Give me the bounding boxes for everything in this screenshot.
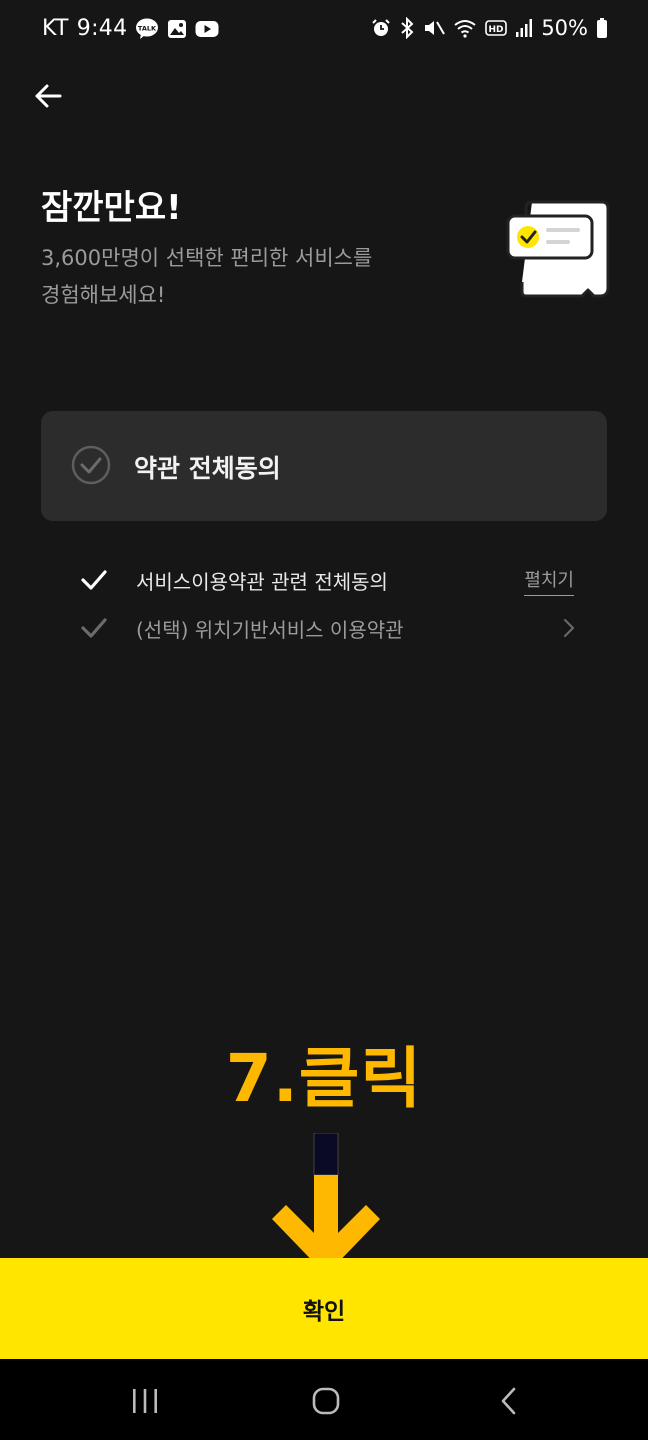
kakaotalk-icon: TALK [135,18,159,40]
expand-link[interactable]: 펼치기 [524,566,574,596]
term-label: 서비스이용약관 관련 전체동의 [136,570,388,594]
subtitle-line-2: 경험해보세요! [41,283,166,307]
gallery-icon [167,19,187,39]
clock: 9:44 [76,16,128,41]
mute-icon [423,18,446,38]
status-left: KT 9:44 TALK [42,16,219,41]
navigation-bar [0,1359,648,1440]
recent-apps-button[interactable] [115,1381,175,1421]
back-icon [498,1386,518,1416]
status-right: HD 50% [371,16,608,40]
battery-percent: 50% [541,16,588,40]
home-icon [311,1386,341,1416]
svg-text:HD: HD [489,25,504,35]
page-title: 잠깐만요! [41,188,182,228]
confirm-button[interactable]: 확인 [0,1258,648,1359]
circle-check-icon [71,445,111,485]
svg-text:TALK: TALK [138,24,157,32]
bluetooth-icon [399,17,415,39]
chevron-right-icon[interactable] [562,617,576,639]
battery-icon [596,17,608,39]
back-button[interactable] [28,76,68,116]
hd-icon: HD [485,19,508,37]
alarm-icon [371,18,391,38]
agree-all-button[interactable]: 약관 전체동의 [41,411,607,521]
signal-icon [515,18,533,38]
agree-all-label: 약관 전체동의 [134,454,281,483]
document-check-icon [504,196,614,306]
term-row-service[interactable]: 서비스이용약관 관련 전체동의 펼치기 [80,560,580,600]
nav-back-button[interactable] [478,1381,538,1421]
status-bar: KT 9:44 TALK HD 50% [0,0,648,60]
youtube-icon [195,20,219,38]
check-icon [80,568,108,592]
recent-apps-icon [130,1387,160,1415]
wifi-icon [453,18,477,38]
arrow-left-icon [33,83,63,109]
subtitle-line-1: 3,600만명이 선택한 편리한 서비스를 [41,246,373,270]
term-label: (선택) 위치기반서비스 이용약관 [136,618,404,642]
term-row-location[interactable]: (선택) 위치기반서비스 이용약관 [80,608,580,648]
check-icon [80,616,108,640]
carrier-label: KT [42,16,69,41]
annotation-label: 7.클릭 [225,1040,423,1117]
home-button[interactable] [296,1381,356,1421]
subtitle: 3,600만명이 선택한 편리한 서비스를 경험해보세요! [41,240,461,314]
